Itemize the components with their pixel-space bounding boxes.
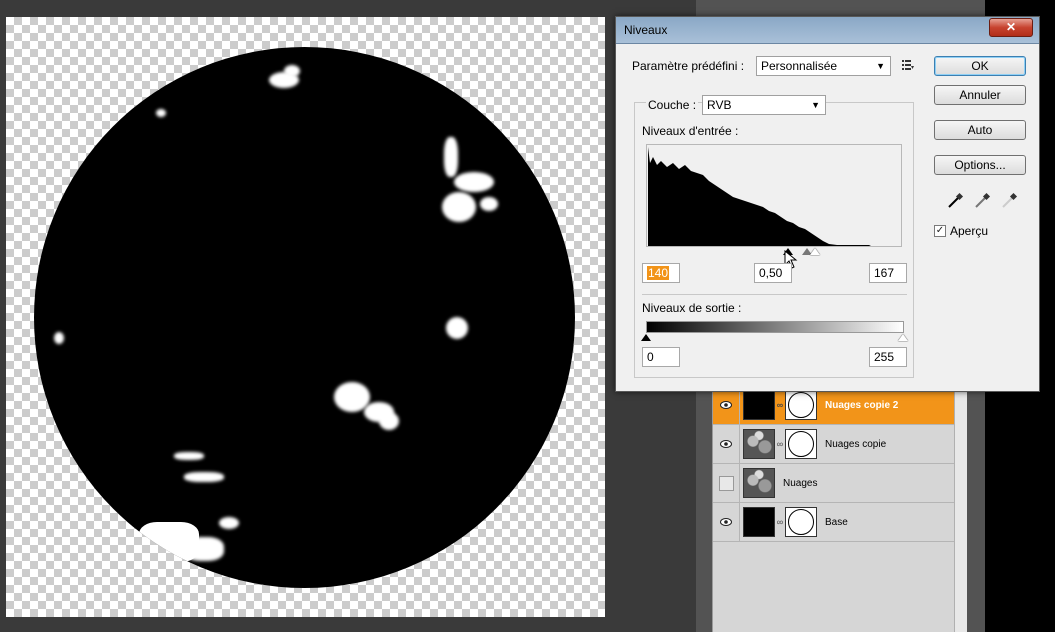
preset-value: Personnalisée	[761, 59, 838, 73]
visibility-toggle[interactable]	[713, 425, 740, 463]
chevron-down-icon: ▼	[876, 61, 885, 71]
gray-eyedropper-icon[interactable]	[973, 192, 991, 210]
preview-label[interactable]: Aperçu	[950, 224, 988, 238]
preset-label: Paramètre prédéfini :	[632, 59, 745, 73]
input-white-field[interactable]: 167	[869, 263, 907, 283]
chevron-down-icon: ▼	[811, 100, 820, 110]
output-white-field[interactable]: 255	[869, 347, 907, 367]
options-button[interactable]: Options...	[934, 155, 1026, 175]
auto-button[interactable]: Auto	[934, 120, 1026, 140]
preset-options-icon[interactable]	[902, 60, 914, 70]
hidden-eye-box	[718, 475, 734, 491]
input-black-field[interactable]: 140	[642, 263, 680, 283]
layer-row-nuages-copie[interactable]: ∞ Nuages copie	[713, 425, 954, 464]
layer-thumbnail	[743, 507, 775, 537]
layer-name[interactable]: Nuages copie 2	[825, 400, 898, 411]
layers-scrollbar[interactable]	[954, 380, 967, 632]
layer-thumbnail	[743, 390, 775, 420]
preview-checkbox[interactable]: ✓	[934, 225, 946, 237]
dialog-title: Niveaux	[624, 23, 668, 37]
ok-button[interactable]: OK	[934, 56, 1026, 76]
layer-thumbnail	[743, 468, 775, 498]
layer-mask-thumbnail[interactable]	[785, 507, 817, 537]
output-black-field[interactable]: 0	[642, 347, 680, 367]
preset-dropdown[interactable]: Personnalisée ▼	[756, 56, 891, 76]
layer-row-nuages[interactable]: Nuages	[713, 464, 954, 503]
histogram-graph	[648, 147, 871, 246]
histogram	[646, 144, 902, 247]
close-button[interactable]: ✕	[989, 18, 1033, 37]
cancel-button[interactable]: Annuler	[934, 85, 1026, 105]
layer-name[interactable]: Nuages	[783, 478, 817, 489]
eye-icon	[720, 518, 732, 526]
layer-name[interactable]: Nuages copie	[825, 439, 886, 450]
output-white-slider[interactable]	[898, 334, 908, 341]
eye-icon	[720, 401, 732, 409]
planet-image	[34, 47, 575, 588]
chain-link-icon[interactable]: ∞	[776, 400, 784, 410]
chain-link-icon[interactable]: ∞	[776, 517, 784, 527]
layer-row-base[interactable]: ∞ Base	[713, 503, 954, 542]
input-white-slider[interactable]	[810, 248, 820, 255]
layers-panel[interactable]: ∞ Nuages copie 2 ∞ Nuages copie Nuages ∞…	[712, 380, 967, 632]
output-black-slider[interactable]	[641, 334, 651, 341]
black-eyedropper-icon[interactable]	[946, 192, 964, 210]
separator	[642, 294, 907, 295]
channel-label: Couche :	[646, 98, 699, 112]
white-eyedropper-icon[interactable]	[1000, 192, 1018, 210]
document-canvas[interactable]	[6, 17, 605, 617]
output-gradient-bar	[646, 321, 904, 333]
output-levels-label: Niveaux de sortie :	[642, 301, 742, 315]
input-gamma-field[interactable]: 0,50	[754, 263, 792, 283]
layer-name[interactable]: Base	[825, 517, 848, 528]
eye-icon	[720, 440, 732, 448]
visibility-toggle[interactable]	[713, 464, 740, 502]
layer-thumbnail	[743, 429, 775, 459]
levels-dialog[interactable]: Niveaux ✕ Paramètre prédéfini : Personna…	[615, 16, 1040, 392]
layer-mask-thumbnail[interactable]	[785, 429, 817, 459]
chain-link-icon[interactable]: ∞	[776, 439, 784, 449]
visibility-toggle[interactable]	[713, 503, 740, 541]
channel-value: RVB	[707, 98, 732, 112]
dialog-titlebar[interactable]: Niveaux ✕	[616, 17, 1039, 44]
input-levels-label: Niveaux d'entrée :	[642, 124, 739, 138]
channel-dropdown[interactable]: RVB ▼	[702, 95, 826, 115]
layer-mask-thumbnail[interactable]	[785, 390, 817, 420]
